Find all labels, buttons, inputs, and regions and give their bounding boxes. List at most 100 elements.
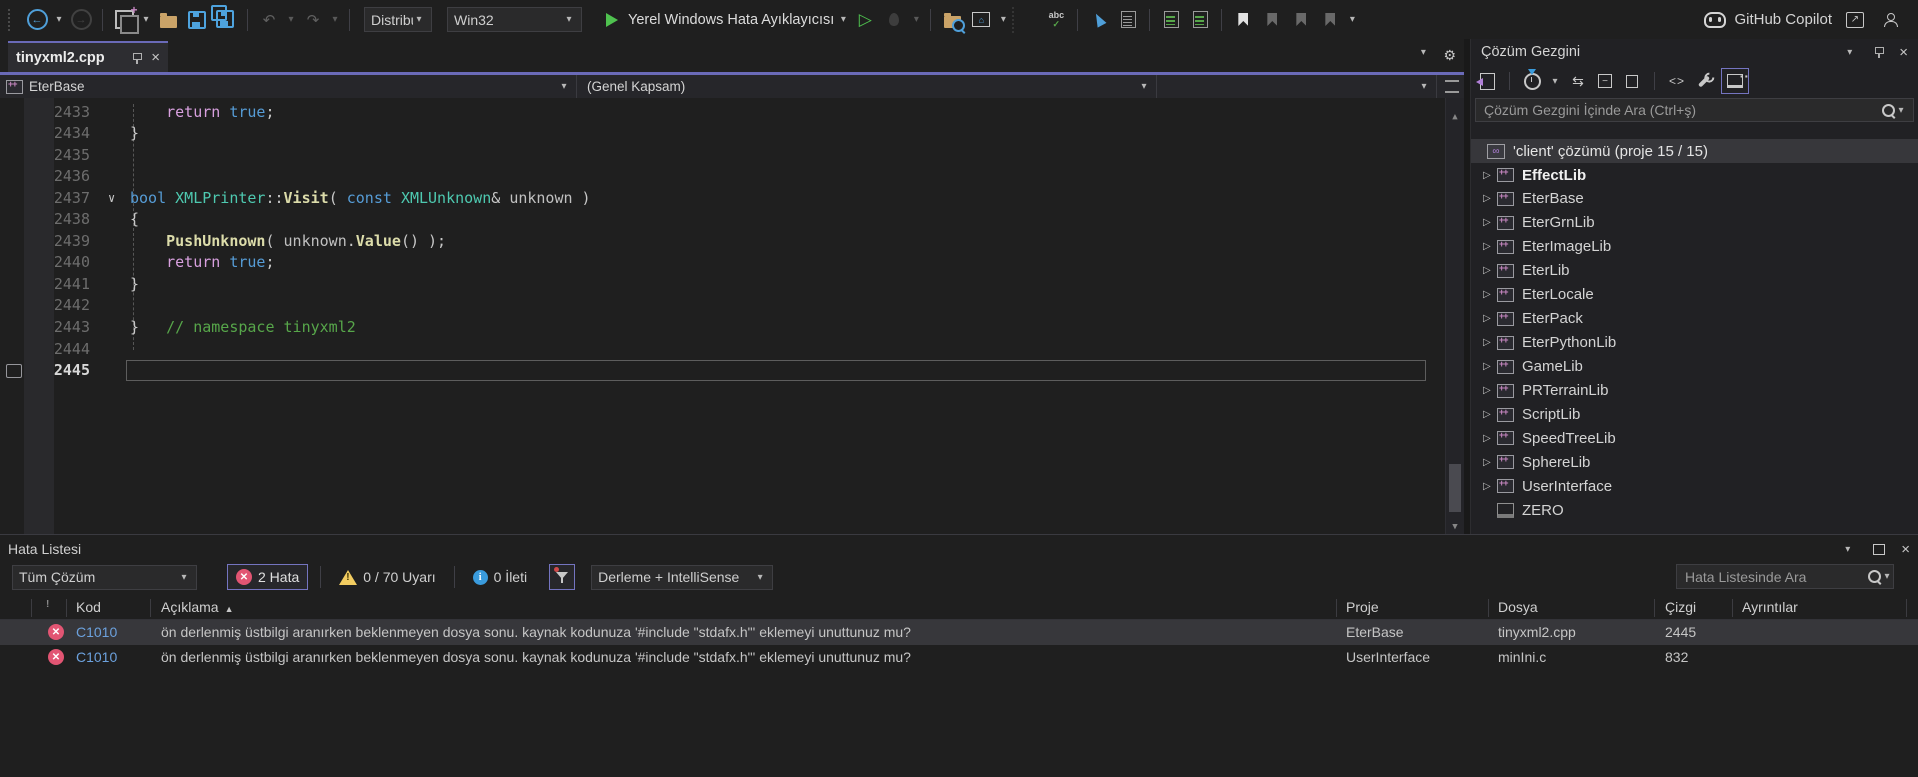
github-copilot-button[interactable]: GitHub Copilot bbox=[1704, 7, 1832, 33]
editor-split-button[interactable] bbox=[1445, 80, 1459, 93]
tree-item-PRTerrainLib[interactable]: ▷PRTerrainLib bbox=[1471, 379, 1918, 403]
new-project-button[interactable] bbox=[111, 7, 137, 33]
find-in-files-button[interactable] bbox=[939, 7, 965, 33]
run-target-dropdown[interactable]: ▾ bbox=[837, 14, 849, 25]
code-line-2445[interactable]: 2445 bbox=[0, 360, 1446, 382]
panel-close-icon[interactable]: × bbox=[1899, 45, 1908, 60]
next-bookmark-button[interactable] bbox=[1288, 7, 1314, 33]
expander-icon[interactable]: ▷ bbox=[1483, 170, 1497, 181]
expander-icon[interactable]: ▷ bbox=[1483, 193, 1497, 204]
expander-icon[interactable]: ▷ bbox=[1483, 217, 1497, 228]
tree-item-EffectLib[interactable]: ▷EffectLib bbox=[1471, 163, 1918, 187]
expander-icon[interactable]: ▷ bbox=[1483, 385, 1497, 396]
pin-icon[interactable] bbox=[131, 51, 143, 65]
filter-dropdown[interactable]: ▾ bbox=[1549, 76, 1561, 87]
navigate-window-dropdown[interactable]: ▾ bbox=[997, 14, 1009, 25]
search-options-dropdown[interactable]: ▾ bbox=[1895, 105, 1907, 116]
column-project[interactable]: Proje bbox=[1346, 599, 1379, 615]
tree-item-SphereLib[interactable]: ▷SphereLib bbox=[1471, 450, 1918, 474]
platform-combo[interactable]: Win32 ▾ bbox=[447, 7, 582, 32]
column-file[interactable]: Dosya bbox=[1498, 599, 1538, 615]
toggle-bookmark-button[interactable] bbox=[1230, 7, 1256, 33]
error-list-search-box[interactable]: ▾ bbox=[1676, 564, 1894, 589]
code-line-2439[interactable]: 2439 PushUnknown( unknown.Value() ); bbox=[0, 231, 1446, 253]
solution-search-input[interactable] bbox=[1482, 101, 1882, 119]
properties-button[interactable] bbox=[1694, 69, 1714, 93]
navigate-forward-button[interactable]: → bbox=[68, 7, 94, 33]
error-source-combo[interactable]: Derleme + IntelliSense ▾ bbox=[591, 565, 773, 590]
expander-icon[interactable]: ▷ bbox=[1483, 313, 1497, 324]
fold-chevron-icon[interactable]: ∨ bbox=[108, 188, 115, 210]
tree-item-EterPack[interactable]: ▷EterPack bbox=[1471, 307, 1918, 331]
warnings-toggle-button[interactable]: 0 / 70 Uyarı bbox=[333, 564, 441, 590]
code-line-2434[interactable]: 2434} bbox=[0, 123, 1446, 145]
navbar-member-dropdown[interactable]: ▾ bbox=[1157, 75, 1437, 98]
tree-item-EterLib[interactable]: ▷EterLib bbox=[1471, 259, 1918, 283]
hot-reload-dropdown[interactable]: ▾ bbox=[910, 14, 922, 25]
save-button[interactable] bbox=[184, 7, 210, 33]
hot-reload-button[interactable] bbox=[881, 7, 907, 33]
solution-node[interactable]: ∞ 'client' çözümü (proje 15 / 15) bbox=[1471, 139, 1918, 163]
error-row-2[interactable]: ✕C1010ön derlenmiş üstbilgi aranırken be… bbox=[0, 645, 1918, 670]
tree-item-EterImageLib[interactable]: ▷EterImageLib bbox=[1471, 235, 1918, 259]
panel-options-dropdown[interactable]: ▾ bbox=[1847, 47, 1859, 58]
tree-item-EterGrnLib[interactable]: ▷EterGrnLib bbox=[1471, 211, 1918, 235]
run-target-label[interactable]: Yerel Windows Hata Ayıklayıcısı bbox=[628, 12, 834, 28]
code-line-2433[interactable]: 2433 return true; bbox=[0, 102, 1446, 124]
toolbar-grip[interactable] bbox=[8, 9, 15, 31]
cursor-select-button[interactable] bbox=[1086, 7, 1112, 33]
document-outline-button[interactable] bbox=[1115, 7, 1141, 33]
code-line-2435[interactable]: 2435 bbox=[0, 145, 1446, 167]
column-description[interactable]: Açıklama▲ bbox=[161, 599, 234, 615]
code-line-2440[interactable]: 2440 return true; bbox=[0, 252, 1446, 274]
start-without-debugging-button[interactable]: ▷ bbox=[852, 7, 878, 33]
severity-column-icon[interactable]: ! bbox=[46, 599, 49, 610]
spell-check-button[interactable]: abc✓ bbox=[1043, 7, 1069, 33]
undo-dropdown[interactable]: ▾ bbox=[285, 14, 297, 25]
panel-pin-button[interactable] bbox=[1873, 45, 1885, 59]
tree-item-ScriptLib[interactable]: ▷ScriptLib bbox=[1471, 403, 1918, 427]
redo-button[interactable]: ↷ bbox=[300, 7, 326, 33]
navigate-back-button[interactable]: ← bbox=[24, 7, 50, 33]
navigate-back-dropdown[interactable]: ▾ bbox=[53, 14, 65, 25]
expander-icon[interactable]: ▷ bbox=[1483, 361, 1497, 372]
column-guide-icon[interactable] bbox=[1012, 7, 1040, 33]
tree-item-ZERO[interactable]: ZERO bbox=[1471, 498, 1918, 522]
solution-config-combo[interactable]: Distribut ▾ bbox=[364, 7, 432, 32]
redo-dropdown[interactable]: ▾ bbox=[329, 14, 341, 25]
expander-icon[interactable]: ▷ bbox=[1483, 337, 1497, 348]
code-line-2443[interactable]: 2443} // namespace tinyxml2 bbox=[0, 317, 1446, 339]
code-line-2437[interactable]: 2437∨bool XMLPrinter::Visit( const XMLUn… bbox=[0, 188, 1446, 210]
undo-button[interactable]: ↶ bbox=[256, 7, 282, 33]
code-line-2442[interactable]: 2442 bbox=[0, 295, 1446, 317]
scroll-up-icon[interactable]: ▲ bbox=[1446, 112, 1464, 122]
format-document-button[interactable] bbox=[1158, 7, 1184, 33]
preview-selected-items-button[interactable] bbox=[1721, 68, 1749, 94]
gear-icon[interactable]: ⚙ bbox=[1443, 47, 1456, 64]
search-options-dropdown[interactable]: ▾ bbox=[1881, 571, 1893, 582]
navigate-window-button[interactable]: ⌂ bbox=[968, 7, 994, 33]
error-row-1[interactable]: ✕C1010ön derlenmiş üstbilgi aranırken be… bbox=[0, 620, 1918, 645]
pending-changes-filter-button[interactable] bbox=[1522, 69, 1542, 93]
error-scope-combo[interactable]: Tüm Çözüm ▾ bbox=[12, 565, 197, 590]
tree-item-EterPythonLib[interactable]: ▷EterPythonLib bbox=[1471, 331, 1918, 355]
share-button[interactable]: ↗ bbox=[1842, 7, 1868, 33]
messages-toggle-button[interactable]: i 0 İleti bbox=[467, 564, 533, 590]
error-list-maximize-button[interactable] bbox=[1873, 544, 1885, 555]
switch-views-button[interactable]: ⇆ bbox=[1568, 69, 1588, 93]
collapse-all-button[interactable]: − bbox=[1595, 69, 1615, 93]
code-line-2436[interactable]: 2436 bbox=[0, 166, 1446, 188]
prev-bookmark-button[interactable] bbox=[1259, 7, 1285, 33]
clear-bookmarks-button[interactable] bbox=[1317, 7, 1343, 33]
navbar-project-dropdown[interactable]: EterBase ▾ bbox=[0, 75, 577, 98]
column-details[interactable]: Ayrıntılar bbox=[1742, 599, 1798, 615]
expander-icon[interactable]: ▷ bbox=[1483, 289, 1497, 300]
expander-icon[interactable]: ▷ bbox=[1483, 265, 1497, 276]
error-list-search-input[interactable] bbox=[1683, 568, 1868, 586]
new-project-dropdown[interactable]: ▾ bbox=[140, 14, 152, 25]
solution-explorer-header[interactable]: Çözüm Gezgini ▾ × bbox=[1471, 39, 1918, 65]
tab-tinyxml2[interactable]: tinyxml2.cpp × bbox=[8, 41, 168, 72]
expander-icon[interactable]: ▷ bbox=[1483, 409, 1497, 420]
tree-item-SpeedTreeLib[interactable]: ▷SpeedTreeLib bbox=[1471, 426, 1918, 450]
error-list-options-dropdown[interactable]: ▾ bbox=[1845, 544, 1857, 555]
